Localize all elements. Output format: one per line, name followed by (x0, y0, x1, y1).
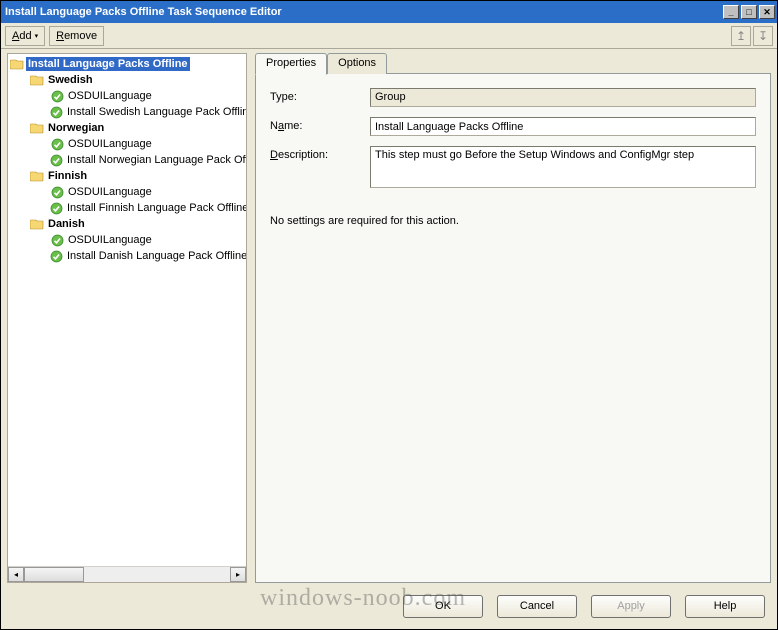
scroll-thumb[interactable] (24, 567, 84, 582)
check-icon (50, 105, 63, 119)
tree-item-label: OSDUILanguage (66, 89, 154, 103)
tree-item-label: OSDUILanguage (66, 233, 154, 247)
move-up-icon[interactable]: ↥ (731, 26, 751, 46)
tree-group-label: Swedish (46, 73, 95, 87)
cancel-button[interactable]: Cancel (497, 595, 577, 618)
scroll-right-button[interactable]: ▸ (230, 567, 246, 582)
scroll-track[interactable] (84, 567, 230, 582)
description-label: Description: (270, 146, 360, 161)
check-icon (50, 137, 64, 151)
tree-group-label: Finnish (46, 169, 89, 183)
tree-item-label: Install Swedish Language Pack Offline (65, 105, 246, 119)
content-area: Install Language Packs Offline Swedish O… (1, 49, 777, 587)
dialog-button-bar: OK Cancel Apply Help (1, 587, 777, 629)
check-icon (50, 249, 63, 263)
tab-options[interactable]: Options (327, 53, 387, 74)
tree-item-label: Install Norwegian Language Pack Offline (65, 153, 246, 167)
remove-button[interactable]: Remove (49, 26, 104, 46)
add-label-rest: dd (19, 30, 31, 42)
tree-group[interactable]: Finnish (8, 168, 246, 184)
tab-strip: Properties Options (255, 53, 771, 74)
folder-icon (30, 74, 44, 86)
scroll-left-button[interactable]: ◂ (8, 567, 24, 582)
add-menu-button[interactable]: Add ▾ (5, 26, 45, 46)
remove-label-u: R (56, 30, 64, 42)
folder-icon (30, 122, 44, 134)
check-icon (50, 89, 64, 103)
folder-icon (30, 218, 44, 230)
minimize-button[interactable]: _ (723, 5, 739, 19)
type-label: Type: (270, 88, 360, 103)
tree-item-label: Install Finnish Language Pack Offline (65, 201, 246, 215)
close-button[interactable]: ✕ (759, 5, 775, 19)
tree-group[interactable]: Norwegian (8, 120, 246, 136)
tab-properties[interactable]: Properties (255, 53, 327, 75)
tree-group[interactable]: Danish (8, 216, 246, 232)
task-sequence-editor-window: Install Language Packs Offline Task Sequ… (0, 0, 778, 630)
maximize-button[interactable]: □ (741, 5, 757, 19)
tree-item[interactable]: Install Norwegian Language Pack Offline (8, 152, 246, 168)
folder-icon (30, 170, 44, 182)
name-label: Name: (270, 117, 360, 132)
move-down-icon[interactable]: ↧ (753, 26, 773, 46)
ok-button[interactable]: OK (403, 595, 483, 618)
toolbar: Add ▾ Remove ↥ ↧ (1, 23, 777, 49)
remove-label-rest: emove (64, 30, 97, 42)
tree-root[interactable]: Install Language Packs Offline (8, 56, 246, 72)
tree-item[interactable]: Install Danish Language Pack Offline (8, 248, 246, 264)
tree-item-label: OSDUILanguage (66, 185, 154, 199)
tree-group-label: Norwegian (46, 121, 106, 135)
type-value: Group (370, 88, 756, 107)
chevron-down-icon: ▾ (35, 32, 39, 40)
tree-item[interactable]: Install Finnish Language Pack Offline (8, 200, 246, 216)
horizontal-scrollbar[interactable]: ◂ ▸ (8, 566, 246, 582)
check-icon (50, 153, 63, 167)
tree-panel: Install Language Packs Offline Swedish O… (7, 53, 247, 583)
tree-item-label: Install Danish Language Pack Offline (65, 249, 246, 263)
tree-group-label: Danish (46, 217, 87, 231)
tree-group[interactable]: Swedish (8, 72, 246, 88)
check-icon (50, 201, 63, 215)
tree-item[interactable]: OSDUILanguage (8, 88, 246, 104)
check-icon (50, 185, 64, 199)
properties-panel: Properties Options Type: Group Name: (255, 53, 771, 583)
tree-item[interactable]: OSDUILanguage (8, 232, 246, 248)
tree-item[interactable]: OSDUILanguage (8, 136, 246, 152)
description-input[interactable] (370, 146, 756, 188)
apply-button[interactable]: Apply (591, 595, 671, 618)
window-title: Install Language Packs Offline Task Sequ… (5, 6, 723, 18)
folder-icon (10, 58, 24, 70)
titlebar: Install Language Packs Offline Task Sequ… (1, 1, 777, 23)
name-input[interactable] (370, 117, 756, 136)
tree-item[interactable]: OSDUILanguage (8, 184, 246, 200)
help-button[interactable]: Help (685, 595, 765, 618)
task-sequence-tree[interactable]: Install Language Packs Offline Swedish O… (8, 54, 246, 566)
tree-item-label: OSDUILanguage (66, 137, 154, 151)
check-icon (50, 233, 64, 247)
info-text: No settings are required for this action… (270, 215, 756, 227)
tree-item[interactable]: Install Swedish Language Pack Offline (8, 104, 246, 120)
tree-root-label: Install Language Packs Offline (26, 57, 190, 71)
tab-page-properties: Type: Group Name: Description: (255, 73, 771, 583)
